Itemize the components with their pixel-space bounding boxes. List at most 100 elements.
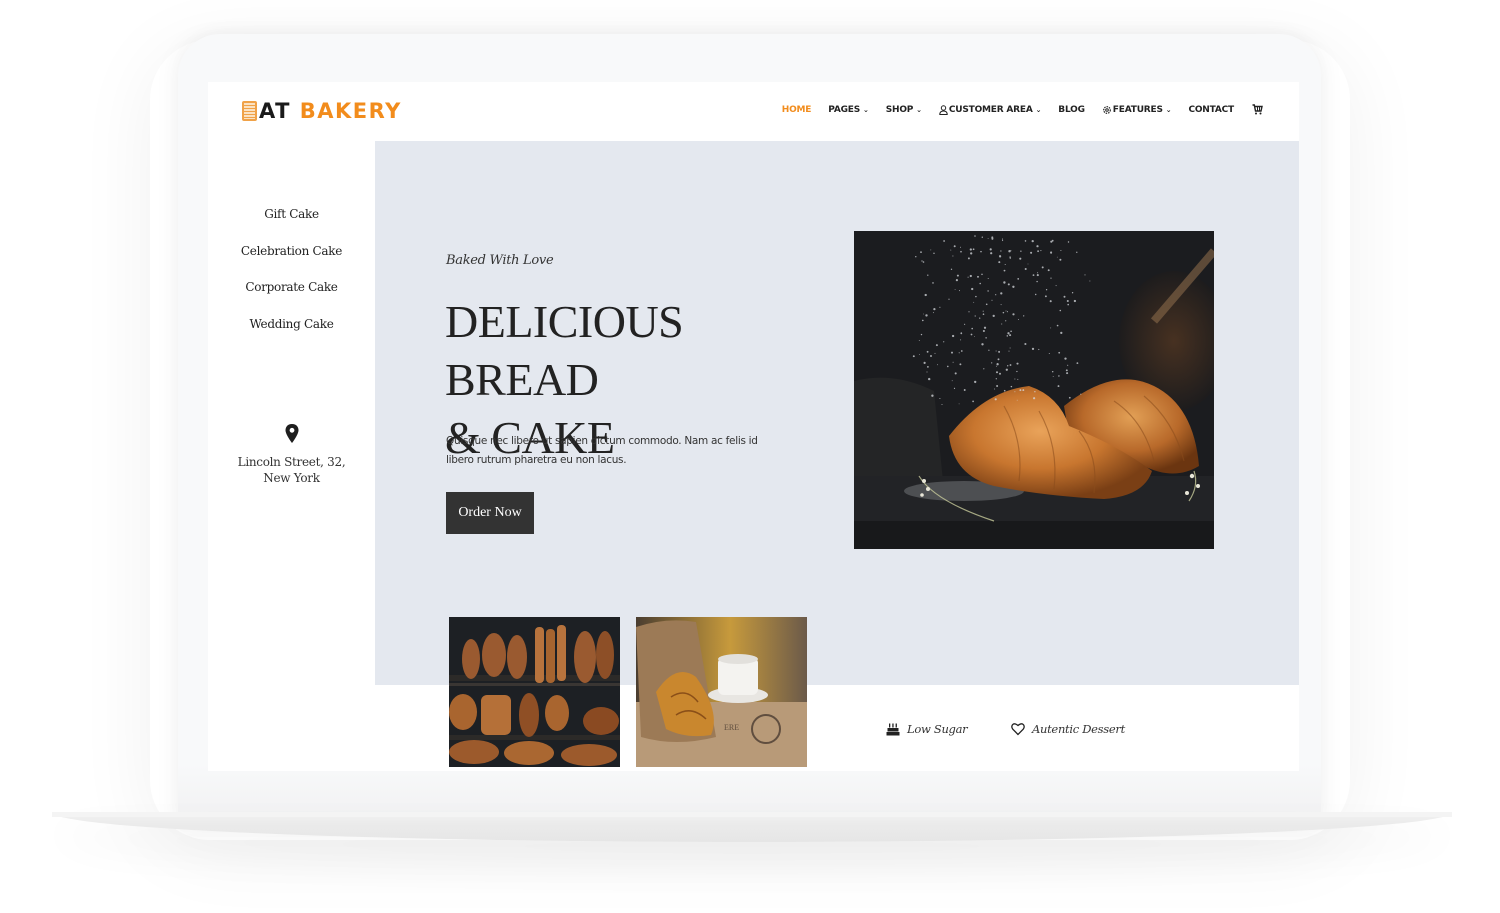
- website-screen: AT BAKERY HOME PAGES ⌄ SHOP ⌄ CUSTOMER A…: [208, 82, 1299, 771]
- sugar-particle: [924, 293, 927, 297]
- sugar-particle: [1051, 239, 1054, 242]
- sugar-particle: [1067, 364, 1069, 366]
- sugar-particle: [1010, 250, 1012, 252]
- sugar-particle: [1056, 324, 1059, 327]
- nav-item-contact[interactable]: CONTACT: [1188, 105, 1234, 115]
- nav-label: BLOG: [1058, 104, 1085, 115]
- sugar-particle: [1050, 327, 1052, 329]
- site-header: AT BAKERY HOME PAGES ⌄ SHOP ⌄ CUSTOMER A…: [208, 82, 1299, 141]
- sugar-particle: [1059, 309, 1062, 312]
- sugar-particle: [922, 261, 925, 263]
- sugar-particle: [941, 404, 943, 405]
- sugar-particle: [1005, 320, 1007, 322]
- sugar-particle: [970, 333, 973, 336]
- nav-item-features[interactable]: FEATURES ⌄: [1102, 105, 1172, 115]
- sugar-particle: [983, 368, 985, 370]
- sugar-particle: [988, 349, 990, 351]
- sugar-particle: [1067, 303, 1069, 306]
- sugar-particle: [933, 307, 936, 311]
- sugar-particle: [1000, 250, 1002, 252]
- sugar-particle: [1003, 281, 1006, 284]
- sugar-particle: [995, 350, 997, 352]
- feature-low-sugar: Low Sugar: [886, 722, 968, 736]
- sugar-particle: [1037, 272, 1039, 274]
- sugar-particle: [1076, 362, 1079, 365]
- feature-label: Low Sugar: [907, 722, 968, 736]
- sugar-particle: [926, 350, 929, 353]
- sugar-particle: [950, 249, 952, 251]
- sugar-particle: [999, 372, 1001, 375]
- sugar-particle: [971, 327, 973, 330]
- map-pin-icon: [285, 424, 298, 443]
- sugar-particle: [953, 387, 956, 390]
- gallery-image-bread-shelves: [449, 617, 620, 767]
- sugar-particle: [980, 250, 982, 253]
- sugar-particle: [987, 277, 989, 280]
- sugar-particle: [1010, 330, 1012, 333]
- sugar-particle: [991, 299, 993, 301]
- logo-text-at: AT: [259, 99, 291, 123]
- sugar-particle: [939, 306, 941, 308]
- sidebar-link-corporate-cake[interactable]: Corporate Cake: [208, 276, 375, 313]
- sugar-particle: [1033, 397, 1036, 400]
- sugar-particle: [935, 344, 938, 347]
- nav-item-shop[interactable]: SHOP ⌄: [886, 105, 922, 115]
- sugar-particle: [973, 301, 975, 303]
- sugar-particle: [1036, 245, 1039, 248]
- sugar-particle: [921, 319, 924, 322]
- sugar-particle: [998, 255, 1002, 258]
- sugar-particle: [1006, 335, 1009, 337]
- nav-label: SHOP: [885, 104, 914, 115]
- sugar-particle: [974, 235, 976, 237]
- chevron-down-icon: ⌄: [863, 105, 869, 114]
- sugar-particle: [930, 355, 932, 357]
- sugar-particle: [1037, 250, 1039, 253]
- sugar-particle: [952, 255, 954, 257]
- sugar-particle: [995, 378, 997, 380]
- sugar-particle: [1066, 372, 1069, 375]
- nav-label: FEATURES: [1112, 104, 1163, 115]
- sugar-particle: [930, 249, 932, 251]
- gallery-image-croissant-coffee: ERE: [636, 617, 807, 767]
- site-logo[interactable]: AT BAKERY: [242, 99, 402, 123]
- sugar-particle: [969, 248, 972, 251]
- nav-item-pages[interactable]: PAGES ⌄: [828, 105, 869, 115]
- cart-icon[interactable]: [1252, 104, 1263, 115]
- sugar-particle: [1060, 331, 1063, 335]
- sugar-particle: [928, 377, 931, 381]
- nav-item-home[interactable]: HOME: [782, 105, 812, 115]
- sugar-particle: [921, 260, 923, 262]
- sugar-particle: [1009, 334, 1012, 337]
- sugar-particle: [983, 326, 987, 329]
- sugar-particle: [1063, 295, 1066, 298]
- heart-icon: [1011, 723, 1025, 736]
- sugar-particle: [964, 323, 966, 325]
- sugar-particle: [979, 317, 981, 319]
- order-now-button[interactable]: Order Now: [446, 492, 534, 534]
- sugar-particle: [995, 371, 999, 374]
- sugar-particle: [953, 245, 956, 248]
- sugar-particle: [943, 341, 945, 343]
- sugar-particle: [975, 295, 977, 298]
- sugar-particle: [1008, 250, 1011, 253]
- sugar-particle: [1016, 362, 1019, 365]
- nav-item-blog[interactable]: BLOG: [1058, 105, 1085, 115]
- sugar-particle: [981, 236, 983, 238]
- sugar-particle: [1017, 319, 1019, 320]
- sugar-particle: [987, 237, 989, 239]
- hero-description: Quisque nec libero ut sapien dictum comm…: [446, 435, 758, 466]
- sidebar-link-celebration-cake[interactable]: Celebration Cake: [208, 240, 375, 277]
- sugar-particle: [972, 248, 975, 251]
- sidebar-link-wedding-cake[interactable]: Wedding Cake: [208, 313, 375, 350]
- sugar-particle: [967, 257, 970, 260]
- sugar-particle: [1019, 257, 1022, 260]
- sugar-particle: [974, 380, 977, 384]
- nav-item-customer-area[interactable]: CUSTOMER AREA ⌄: [939, 105, 1041, 115]
- sugar-particle: [958, 403, 960, 405]
- sugar-particle: [1064, 357, 1067, 360]
- sugar-particle: [985, 337, 987, 339]
- sugar-particle: [963, 389, 966, 391]
- sugar-particle: [1023, 315, 1025, 317]
- sugar-particle: [982, 310, 984, 312]
- sidebar-link-gift-cake[interactable]: Gift Cake: [208, 203, 375, 240]
